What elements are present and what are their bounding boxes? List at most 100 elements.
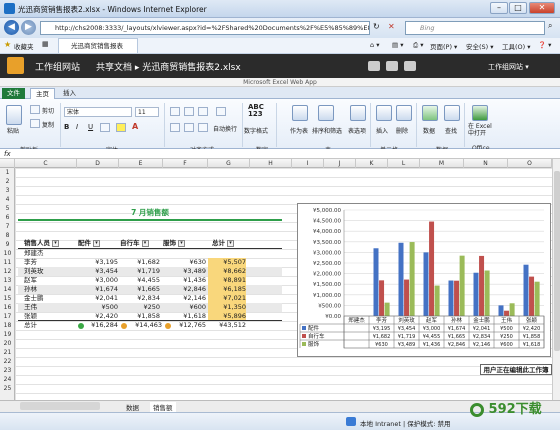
total-label[interactable]: 总计: [24, 321, 37, 330]
row-header[interactable]: 2: [0, 177, 15, 186]
apparel-cell[interactable]: ¥630: [164, 258, 206, 267]
copy-icon[interactable]: [30, 119, 40, 128]
site-link[interactable]: 工作组网站: [35, 60, 80, 73]
column-header[interactable]: O: [508, 159, 552, 168]
bicycles-cell[interactable]: ¥4,455: [120, 276, 160, 285]
accessories-cell[interactable]: ¥500: [78, 303, 118, 312]
paste-button[interactable]: 粘贴: [7, 126, 19, 135]
total-grand[interactable]: ¥43,512: [210, 321, 246, 330]
user-menu[interactable]: 工作组网站 ▾: [488, 62, 529, 72]
row-header[interactable]: 9: [0, 240, 15, 249]
excel-icon[interactable]: [472, 105, 488, 121]
number-format-button[interactable]: 数字格式: [244, 126, 268, 135]
total-apparel[interactable]: ¥12,765: [170, 321, 206, 330]
table-icon[interactable]: [292, 105, 308, 121]
safety-menu[interactable]: 安全(S) ▾: [466, 41, 494, 51]
column-header[interactable]: L: [388, 159, 420, 168]
row-header[interactable]: 19: [0, 330, 15, 339]
align-left-icon[interactable]: [170, 123, 180, 132]
search-input[interactable]: Bing: [405, 21, 545, 35]
font-size-combo[interactable]: 11: [135, 107, 159, 117]
sheet-tab-sales[interactable]: 销售额: [150, 402, 176, 412]
row-header[interactable]: 18: [0, 321, 15, 330]
table-options-icon[interactable]: [350, 105, 366, 121]
column-header[interactable]: M: [420, 159, 464, 168]
salesperson-cell[interactable]: 孙林: [24, 285, 64, 294]
header-salesperson[interactable]: 销售人员 ▾: [24, 239, 59, 248]
browser-tab[interactable]: 光迅商贸销售报表2.xlsx: [58, 38, 138, 64]
filter-dropdown-icon[interactable]: ▾: [227, 239, 234, 247]
paste-icon[interactable]: [6, 105, 22, 125]
back-icon[interactable]: ◀: [4, 20, 19, 35]
row-header[interactable]: 15: [0, 294, 15, 303]
apparel-cell[interactable]: ¥600: [164, 303, 206, 312]
accessories-cell[interactable]: ¥1,674: [78, 285, 118, 294]
italic-button[interactable]: I: [76, 123, 78, 131]
salesperson-cell[interactable]: 金士鹏: [24, 294, 64, 303]
bicycles-cell[interactable]: ¥1,665: [120, 285, 160, 294]
total-cell[interactable]: ¥8,662: [208, 267, 246, 276]
row-header[interactable]: 3: [0, 186, 15, 195]
favorites-label[interactable]: 收藏夹: [14, 41, 34, 51]
sheet-tab-data[interactable]: 数据: [126, 402, 139, 412]
total-accessories[interactable]: ¥16,284: [84, 321, 118, 330]
tab-home[interactable]: 主页: [30, 88, 55, 99]
refresh-icon[interactable]: ↻: [373, 22, 380, 31]
horizontal-scrollbar[interactable]: [20, 402, 100, 410]
accessories-cell[interactable]: ¥3,195: [78, 258, 118, 267]
total-cell[interactable]: ¥6,185: [208, 285, 246, 294]
select-all-corner[interactable]: [0, 159, 15, 168]
bicycles-cell[interactable]: ¥2,834: [120, 294, 160, 303]
bold-button[interactable]: B: [64, 123, 69, 131]
download-icon[interactable]: [404, 61, 416, 71]
open-in-excel-button[interactable]: 在 Excel 中打开: [468, 123, 492, 137]
row-header[interactable]: 1: [0, 168, 15, 177]
row-header[interactable]: 7: [0, 222, 15, 231]
function-icon[interactable]: fx: [4, 150, 11, 158]
total-cell[interactable]: ¥5,507: [208, 258, 246, 267]
align-bottom-icon[interactable]: [198, 107, 208, 116]
column-header[interactable]: E: [119, 159, 163, 168]
forward-icon[interactable]: ▶: [21, 20, 36, 35]
column-header[interactable]: F: [163, 159, 208, 168]
page-menu[interactable]: 页面(P) ▾: [430, 41, 457, 51]
row-header[interactable]: 6: [0, 213, 15, 222]
tab-grid-icon[interactable]: ▦: [42, 40, 49, 48]
search-icon[interactable]: ⌕: [548, 21, 552, 31]
format-as-table-button[interactable]: 作为表: [290, 126, 308, 135]
tab-file[interactable]: 文件: [2, 88, 25, 99]
url-input[interactable]: http://chs2008:3333/_layouts/xlviewer.as…: [40, 21, 370, 35]
apparel-cell[interactable]: ¥2,146: [164, 294, 206, 303]
row-header[interactable]: 12: [0, 267, 15, 276]
filter-dropdown-icon[interactable]: ▾: [93, 239, 100, 247]
help-menu[interactable]: ❓ ▾: [538, 41, 551, 49]
filter-dropdown-icon[interactable]: ▾: [141, 239, 149, 247]
data-button[interactable]: 数据: [423, 126, 435, 135]
row-header[interactable]: 16: [0, 303, 15, 312]
find-icon[interactable]: [444, 105, 460, 121]
print-icon[interactable]: ⎙ ▾: [413, 41, 424, 50]
header-accessories[interactable]: 配件 ▾: [78, 239, 100, 248]
share-icon[interactable]: [368, 61, 380, 71]
row-header[interactable]: 4: [0, 195, 15, 204]
column-header[interactable]: C: [15, 159, 77, 168]
row-header[interactable]: 14: [0, 285, 15, 294]
align-center-icon[interactable]: [184, 123, 194, 132]
formula-bar[interactable]: fx: [0, 149, 560, 159]
bicycles-cell[interactable]: ¥1,682: [120, 258, 160, 267]
row-header[interactable]: 13: [0, 276, 15, 285]
align-top-icon[interactable]: [170, 107, 180, 116]
feeds-icon[interactable]: ▤ ▾: [392, 41, 403, 49]
cut-button[interactable]: 剪切: [42, 106, 54, 115]
accessories-cell[interactable]: ¥3,000: [78, 276, 118, 285]
align-middle-icon[interactable]: [184, 107, 194, 116]
align-right-icon[interactable]: [198, 123, 208, 132]
total-cell[interactable]: ¥7,021: [208, 294, 246, 303]
header-total[interactable]: 总计 ▾: [212, 239, 234, 248]
maximize-button[interactable]: □: [509, 2, 527, 14]
wrap-text-button[interactable]: 自动换行: [213, 124, 237, 133]
number-format-icon[interactable]: ABC 123: [248, 104, 264, 118]
font-name-combo[interactable]: 宋体: [64, 107, 132, 117]
filter-dropdown-icon[interactable]: ▾: [178, 239, 185, 247]
scroll-thumb[interactable]: [554, 171, 560, 351]
